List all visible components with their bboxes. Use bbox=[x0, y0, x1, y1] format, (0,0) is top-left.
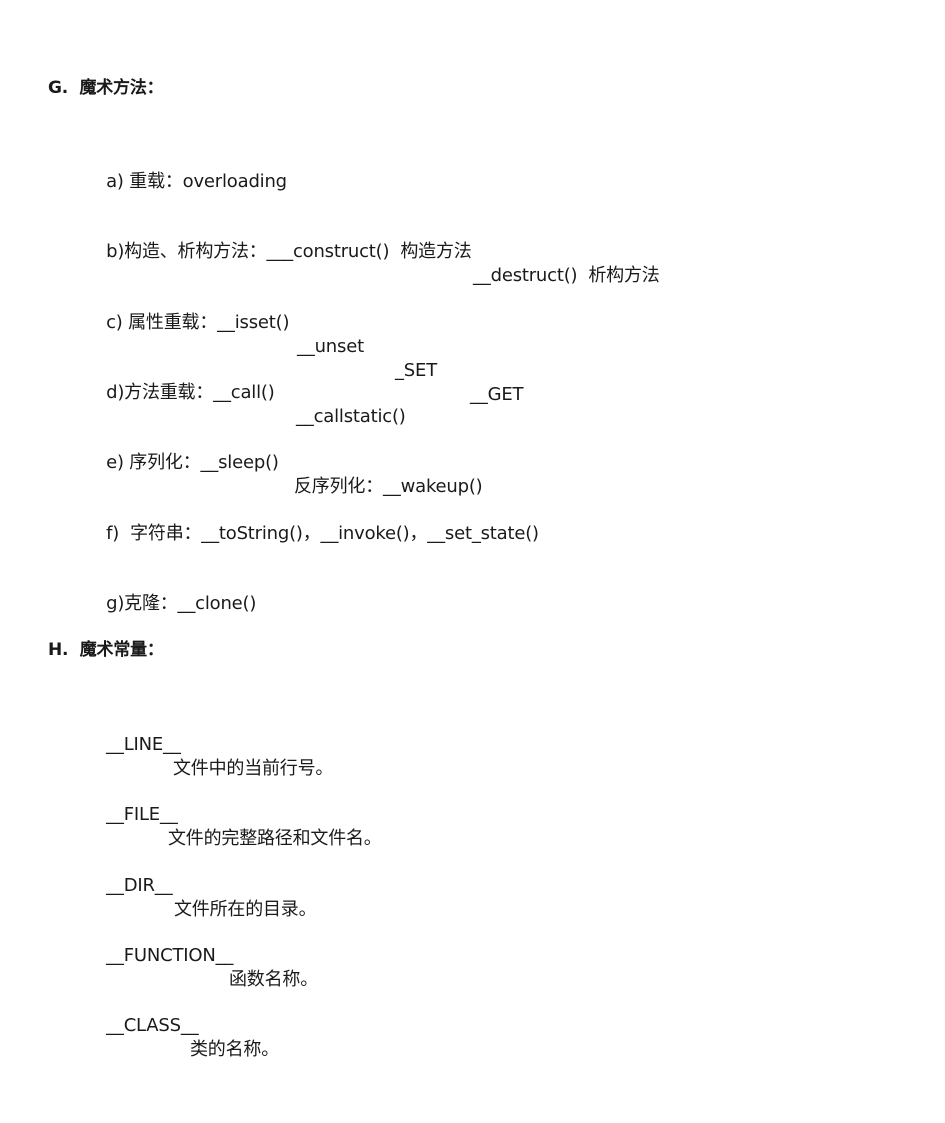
list-item-class-constant: __CLASS__ 类的名称。 bbox=[84, 990, 279, 1086]
item-text: f) 字符串：__toString()，__invoke()，__set_sta… bbox=[106, 523, 539, 544]
constant-description: 文件的完整路径和文件名。 bbox=[168, 828, 382, 849]
item-text: __destruct() 析构方法 bbox=[473, 265, 660, 286]
list-item-overloading: a) 重载：overloading bbox=[84, 146, 287, 218]
item-text: _SET bbox=[395, 360, 437, 381]
section-heading-magic-constants: H. 魔术常量： bbox=[48, 640, 164, 660]
constant-description: 文件中的当前行号。 bbox=[173, 758, 334, 779]
item-text: g)克隆：__clone() bbox=[106, 593, 257, 614]
constant-description: 类的名称。 bbox=[190, 1039, 279, 1060]
list-item-string: f) 字符串：__toString()，__invoke()，__set_sta… bbox=[84, 498, 539, 570]
item-text: b)构造、析构方法：___construct() 构造方法 bbox=[106, 241, 472, 262]
constant-description: 函数名称。 bbox=[229, 969, 318, 990]
constant-name: __DIR__ bbox=[106, 875, 173, 896]
item-text: __unset bbox=[297, 336, 364, 357]
item-text: __GET bbox=[470, 384, 524, 405]
item-text: __callstatic() bbox=[296, 406, 406, 427]
constant-description: 文件所在的目录。 bbox=[174, 899, 317, 920]
item-text: d)方法重载：__call() bbox=[106, 382, 275, 403]
list-item-clone: g)克隆：__clone() bbox=[84, 568, 256, 640]
constant-name: __FILE__ bbox=[106, 804, 178, 825]
section-heading-magic-methods: G. 魔术方法： bbox=[48, 78, 164, 98]
item-text: 反序列化：__wakeup() bbox=[294, 476, 483, 497]
constant-name: __FUNCTION__ bbox=[106, 945, 234, 966]
constant-name: __LINE__ bbox=[106, 734, 181, 755]
item-text: e) 序列化：__sleep() bbox=[106, 452, 279, 473]
item-text: c) 属性重载：__isset() bbox=[106, 312, 290, 333]
item-text: a) 重载：overloading bbox=[106, 171, 287, 192]
constant-name: __CLASS__ bbox=[106, 1015, 199, 1036]
